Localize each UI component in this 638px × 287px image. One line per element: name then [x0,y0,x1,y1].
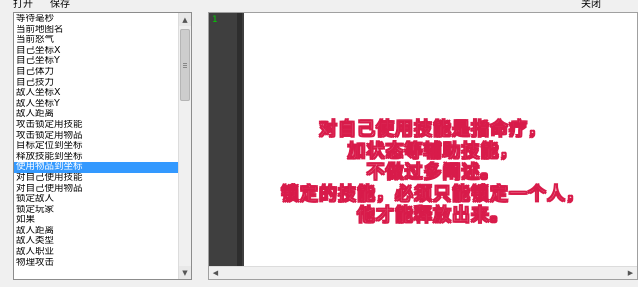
list-item[interactable]: 如果 [14,215,178,226]
list-item[interactable]: 等待毫秒 [14,14,178,25]
list-item[interactable]: 使用物品到坐标 [14,162,178,173]
toolbar: 打开 保存 关闭 [0,0,638,12]
line-number-gutter: 1 [209,13,244,266]
annotation-line: 对自己使用技能是指命疗， [319,119,547,141]
fold-margin [237,13,242,266]
list-item[interactable]: 锁定敌人 [14,194,178,205]
annotation-line: 他才能释放出来。 [357,205,509,227]
annotation-line: 锁定的技能，必须只能锁定一个人， [281,183,585,205]
save-button[interactable]: 保存 [50,0,70,10]
list-item[interactable]: 敌人职业 [14,247,178,258]
scroll-up-arrow-icon[interactable]: ▲ [179,13,191,26]
list-item[interactable]: 目标定位到坐标 [14,141,178,152]
scrollbar-thumb[interactable] [180,29,190,101]
list-item[interactable]: 物理攻击 [14,258,178,269]
list-item[interactable]: 当前地图名 [14,25,178,36]
grip-icon [183,63,187,64]
list-item[interactable]: 当前怒气 [14,35,178,46]
annotation-line: 不做过多阐述。 [366,162,500,184]
list-item[interactable]: 敌人坐标Y [14,99,178,110]
list-item[interactable]: 自己体力 [14,67,178,78]
list-item[interactable]: 攻击锁定用物品 [14,131,178,142]
annotation-overlay: 对自己使用技能是指命疗， 加状态等辅助技能， 不做过多阐述。 锁定的技能，必须只… [248,119,618,227]
list-item[interactable]: 攻击锁定用技能 [14,120,178,131]
list-item[interactable]: 敌人坐标X [14,88,178,99]
annotation-line: 加状态等辅助技能， [347,140,519,162]
close-button[interactable]: 关闭 [581,0,601,10]
open-button[interactable]: 打开 [13,0,33,10]
list-item[interactable]: 释放技能到坐标 [14,152,178,163]
list-item[interactable]: 敌人距离 [14,226,178,237]
list-item[interactable]: 自己坐标X [14,46,178,57]
list-vertical-scrollbar[interactable]: ▲ ▼ [178,13,191,279]
list-item[interactable]: 对自己使用物品 [14,184,178,195]
list-item[interactable]: 自己坐标Y [14,56,178,67]
scroll-right-arrow-icon[interactable]: ▶ [624,267,637,279]
list-item[interactable]: 锁定玩家 [14,205,178,216]
list-item[interactable]: 敌人类型 [14,236,178,247]
editor-horizontal-scrollbar[interactable]: ◀ ▶ [209,266,637,279]
command-list[interactable]: 等待毫秒 当前地图名 当前怒气 自己坐标X 自己坐标Y 自己体力 自己技力 敌人坐标X 敌人坐标… [13,12,192,280]
command-list-items: 等待毫秒 当前地图名 当前怒气 自己坐标X 自己坐标Y 自己体力 自己技力 敌人坐标X 敌人坐标… [14,14,178,268]
list-item[interactable]: 对自己使用技能 [14,173,178,184]
list-item[interactable]: 自己技力 [14,78,178,89]
scroll-left-arrow-icon[interactable]: ◀ [209,267,222,279]
line-number: 1 [212,15,218,25]
scroll-down-arrow-icon[interactable]: ▼ [179,266,191,279]
list-item[interactable]: 敌人距离 [14,109,178,120]
